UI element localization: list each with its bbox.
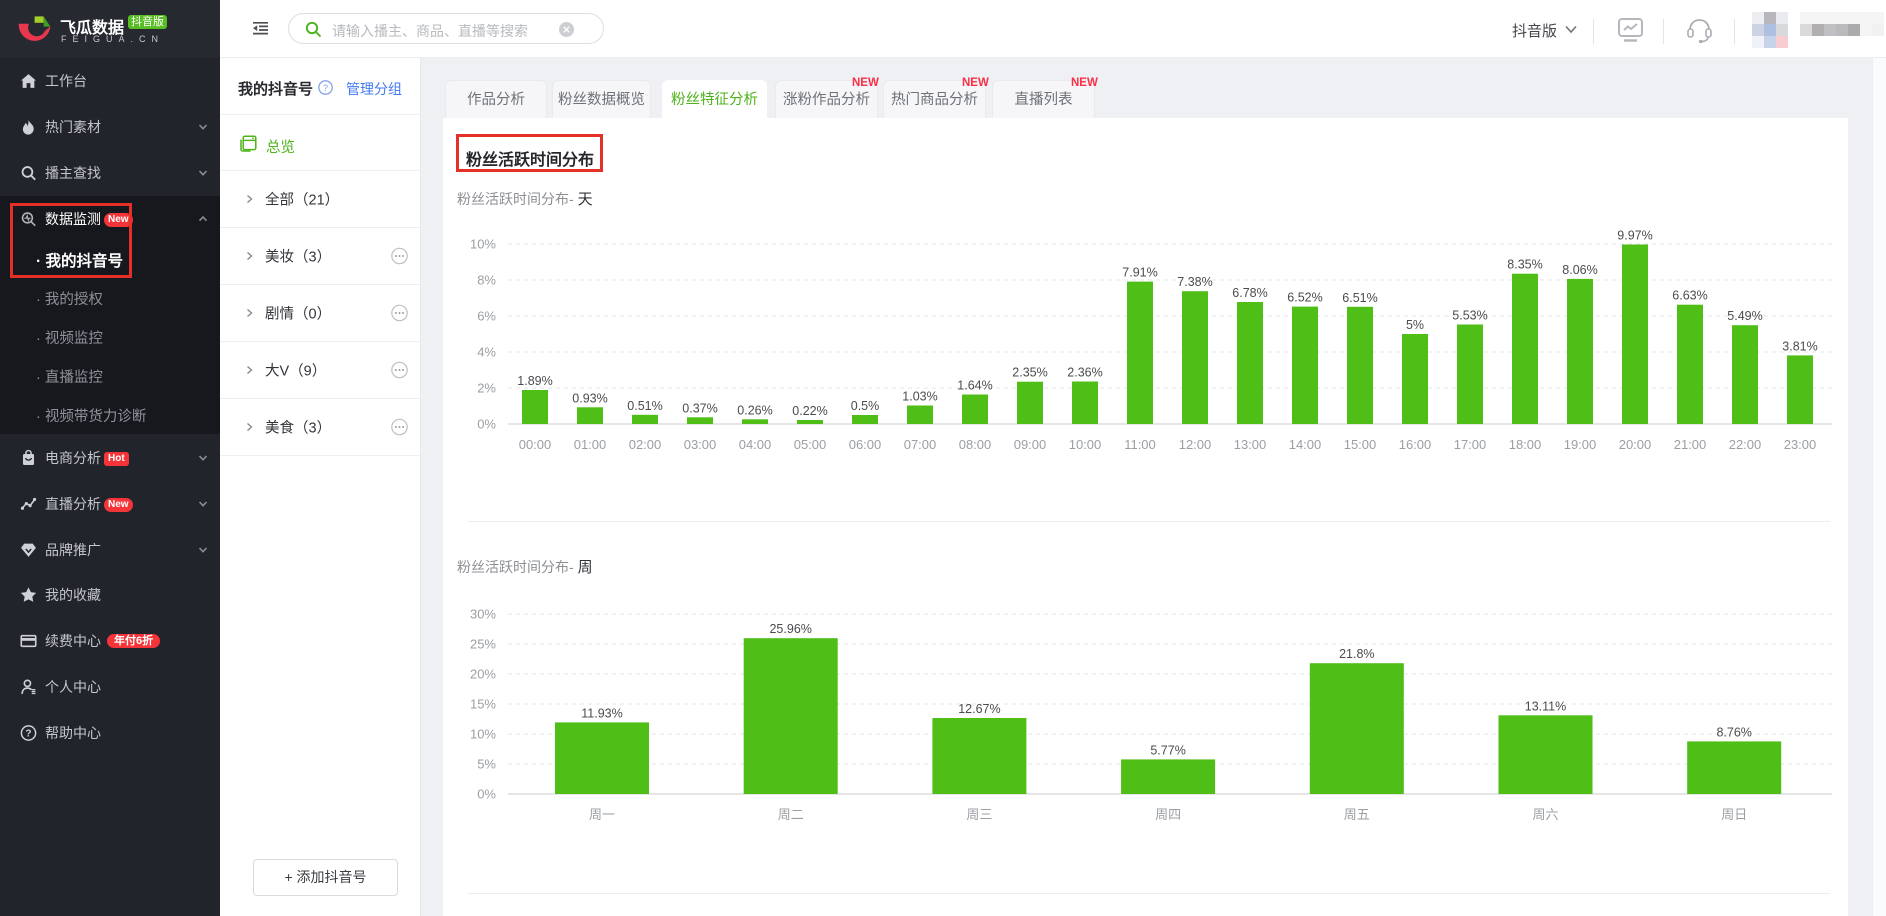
svg-text:10%: 10% bbox=[470, 727, 496, 742]
svg-text:02:00: 02:00 bbox=[629, 437, 662, 452]
svg-text:6.78%: 6.78% bbox=[1232, 286, 1267, 300]
svg-text:19:00: 19:00 bbox=[1564, 437, 1597, 452]
svg-text:07:00: 07:00 bbox=[904, 437, 937, 452]
svg-text:1.89%: 1.89% bbox=[517, 374, 552, 388]
svg-text:15%: 15% bbox=[470, 697, 496, 712]
svg-text:5%: 5% bbox=[477, 757, 496, 772]
svg-text:30%: 30% bbox=[470, 607, 496, 622]
svg-text:25%: 25% bbox=[470, 637, 496, 652]
svg-text:12.67%: 12.67% bbox=[958, 702, 1000, 716]
svg-text:21.8%: 21.8% bbox=[1339, 647, 1374, 661]
svg-text:15:00: 15:00 bbox=[1344, 437, 1377, 452]
svg-text:01:00: 01:00 bbox=[574, 437, 607, 452]
svg-text:21:00: 21:00 bbox=[1674, 437, 1707, 452]
svg-text:2.36%: 2.36% bbox=[1067, 366, 1102, 380]
svg-text:0.37%: 0.37% bbox=[682, 401, 717, 415]
svg-text:6.63%: 6.63% bbox=[1672, 289, 1707, 303]
svg-text:5.53%: 5.53% bbox=[1452, 309, 1487, 323]
svg-text:05:00: 05:00 bbox=[794, 437, 827, 452]
svg-text:8.06%: 8.06% bbox=[1562, 263, 1597, 277]
svg-text:周二: 周二 bbox=[778, 807, 804, 822]
svg-text:25.96%: 25.96% bbox=[769, 622, 811, 636]
svg-text:04:00: 04:00 bbox=[739, 437, 772, 452]
svg-text:9.97%: 9.97% bbox=[1617, 229, 1652, 243]
svg-text:18:00: 18:00 bbox=[1509, 437, 1542, 452]
svg-text:2.35%: 2.35% bbox=[1012, 366, 1047, 380]
svg-text:0.26%: 0.26% bbox=[737, 403, 772, 417]
svg-text:03:00: 03:00 bbox=[684, 437, 717, 452]
svg-text:22:00: 22:00 bbox=[1729, 437, 1762, 452]
svg-text:周四: 周四 bbox=[1155, 807, 1181, 822]
svg-text:2%: 2% bbox=[477, 381, 496, 396]
svg-text:09:00: 09:00 bbox=[1014, 437, 1047, 452]
svg-text:周三: 周三 bbox=[966, 807, 992, 822]
svg-text:10:00: 10:00 bbox=[1069, 437, 1102, 452]
svg-text:6.51%: 6.51% bbox=[1342, 291, 1377, 305]
svg-text:3.81%: 3.81% bbox=[1782, 339, 1817, 353]
svg-text:11.93%: 11.93% bbox=[581, 706, 622, 720]
svg-text:14:00: 14:00 bbox=[1289, 437, 1322, 452]
svg-text:8.76%: 8.76% bbox=[1716, 725, 1751, 739]
svg-text:16:00: 16:00 bbox=[1399, 437, 1432, 452]
svg-text:周六: 周六 bbox=[1532, 807, 1558, 822]
svg-text:7.91%: 7.91% bbox=[1122, 266, 1157, 280]
svg-text:13:00: 13:00 bbox=[1234, 437, 1267, 452]
svg-text:8.35%: 8.35% bbox=[1507, 258, 1542, 272]
svg-text:06:00: 06:00 bbox=[849, 437, 882, 452]
svg-text:0.51%: 0.51% bbox=[627, 399, 662, 413]
svg-text:0%: 0% bbox=[477, 417, 496, 432]
svg-text:4%: 4% bbox=[477, 345, 496, 360]
svg-text:6%: 6% bbox=[477, 309, 496, 324]
svg-text:12:00: 12:00 bbox=[1179, 437, 1212, 452]
svg-text:13.11%: 13.11% bbox=[1525, 699, 1566, 713]
svg-text:0%: 0% bbox=[477, 787, 496, 802]
svg-text:周五: 周五 bbox=[1344, 807, 1370, 822]
svg-text:8%: 8% bbox=[477, 273, 496, 288]
svg-text:5.49%: 5.49% bbox=[1727, 309, 1762, 323]
svg-text:10%: 10% bbox=[470, 237, 496, 252]
svg-text:0.5%: 0.5% bbox=[851, 399, 880, 413]
svg-text:0.22%: 0.22% bbox=[792, 404, 827, 418]
svg-text:7.38%: 7.38% bbox=[1177, 275, 1212, 289]
svg-text:5%: 5% bbox=[1406, 318, 1424, 332]
svg-text:17:00: 17:00 bbox=[1454, 437, 1487, 452]
svg-text:11:00: 11:00 bbox=[1124, 437, 1156, 452]
svg-text:00:00: 00:00 bbox=[519, 437, 552, 452]
svg-text:23:00: 23:00 bbox=[1784, 437, 1817, 452]
svg-text:0.93%: 0.93% bbox=[572, 391, 607, 405]
svg-text:20%: 20% bbox=[470, 667, 496, 682]
svg-text:1.03%: 1.03% bbox=[902, 390, 937, 404]
svg-text:08:00: 08:00 bbox=[959, 437, 992, 452]
svg-text:周一: 周一 bbox=[589, 807, 615, 822]
svg-text:6.52%: 6.52% bbox=[1287, 291, 1322, 305]
svg-text:20:00: 20:00 bbox=[1619, 437, 1652, 452]
svg-text:周日: 周日 bbox=[1721, 807, 1747, 822]
svg-text:1.64%: 1.64% bbox=[957, 379, 992, 393]
svg-text:5.77%: 5.77% bbox=[1150, 743, 1185, 757]
